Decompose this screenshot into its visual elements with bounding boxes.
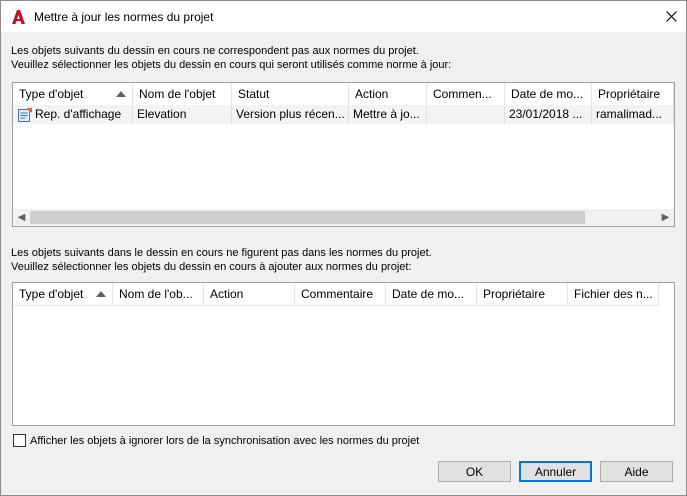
column-header-owner[interactable]: Propriétaire [592, 83, 674, 105]
cell-text: Rep. d'affichage [35, 107, 122, 121]
column-header-label: Action [355, 87, 389, 101]
scroll-right-arrow-icon[interactable]: ▶ [657, 209, 674, 226]
column-header-comment[interactable]: Commen... [427, 83, 505, 105]
cell-date: 23/01/2018 ... [505, 105, 592, 124]
title-bar: Mettre à jour les normes du projet [1, 1, 686, 32]
bottom-description: Les objets suivants dans le dessin en co… [11, 246, 432, 274]
column-header-date[interactable]: Date de mo... [386, 283, 477, 305]
column-header-label: Commentaire [301, 287, 374, 301]
top-description-line1: Les objets suivants du dessin en cours n… [11, 45, 419, 57]
close-button[interactable] [656, 1, 686, 32]
column-header-label: Action [210, 287, 244, 301]
cell-owner: ramalimad... [592, 105, 674, 124]
column-header-status[interactable]: Statut [232, 83, 349, 105]
table-row[interactable]: Rep. d'affichage Elevation Version plus … [13, 105, 674, 124]
window-title: Mettre à jour les normes du projet [34, 10, 214, 24]
cell-object-type: Rep. d'affichage [13, 105, 133, 124]
column-header-label: Fichier des n... [574, 287, 653, 301]
cell-object-name: Elevation [133, 105, 232, 124]
list-header: Type d'objet Nom de l'objet Statut Actio… [13, 83, 674, 106]
column-header-label: Type d'objet [19, 287, 84, 301]
scroll-left-arrow-icon[interactable]: ◀ [13, 209, 30, 226]
column-header-label: Type d'objet [19, 87, 84, 101]
sort-ascending-icon [96, 291, 106, 297]
column-header-label: Nom de l'objet [139, 87, 216, 101]
show-ignored-objects-label: Afficher les objets à ignorer lors de la… [30, 434, 420, 447]
column-header-standards-file[interactable]: Fichier des n... [568, 283, 659, 305]
column-header-object-name[interactable]: Nom de l'objet [133, 83, 232, 105]
cell-action[interactable]: Mettre à jo... [349, 105, 427, 124]
column-header-owner[interactable]: Propriétaire [477, 283, 568, 305]
column-header-label: Date de mo... [511, 87, 584, 101]
column-header-date[interactable]: Date de mo... [505, 83, 592, 105]
dialog-window: Mettre à jour les normes du projet Les o… [0, 0, 687, 496]
ok-button[interactable]: OK [438, 461, 511, 482]
bottom-description-line1: Les objets suivants dans le dessin en co… [11, 247, 432, 259]
scrollbar-thumb[interactable] [30, 211, 585, 224]
column-header-label: Statut [238, 87, 270, 101]
cell-comment[interactable] [427, 105, 505, 124]
column-header-action[interactable]: Action [204, 283, 295, 305]
help-button[interactable]: Aide [600, 461, 673, 482]
horizontal-scrollbar[interactable]: ◀ ▶ [13, 209, 674, 226]
column-header-action[interactable]: Action [349, 83, 427, 105]
missing-objects-list[interactable]: Type d'objet Nom de l'ob... Action Comme… [12, 282, 675, 426]
display-representation-icon [18, 107, 32, 122]
sort-ascending-icon [116, 91, 126, 97]
autocad-app-icon [12, 10, 25, 24]
bottom-description-line2: Veuillez sélectionner les objets du dess… [11, 261, 412, 273]
close-icon [665, 11, 677, 22]
show-ignored-objects-option[interactable]: Afficher les objets à ignorer lors de la… [13, 434, 419, 447]
column-header-comment[interactable]: Commentaire [295, 283, 386, 305]
column-header-object-name[interactable]: Nom de l'ob... [113, 283, 204, 305]
column-header-label: Commen... [433, 87, 492, 101]
cell-status: Version plus récen... [232, 105, 349, 124]
column-header-label: Propriétaire [483, 287, 546, 301]
top-description-line2: Veuillez sélectionner les objets du dess… [11, 59, 452, 71]
list-header: Type d'objet Nom de l'ob... Action Comme… [13, 283, 659, 306]
cancel-button[interactable]: Annuler [519, 461, 592, 482]
column-header-label: Propriétaire [598, 87, 661, 101]
nonconforming-objects-list[interactable]: Type d'objet Nom de l'objet Statut Actio… [12, 82, 675, 227]
top-description: Les objets suivants du dessin en cours n… [11, 44, 451, 72]
column-header-object-type[interactable]: Type d'objet [13, 83, 133, 105]
column-header-object-type[interactable]: Type d'objet [13, 283, 113, 305]
column-header-label: Date de mo... [392, 287, 465, 301]
show-ignored-objects-checkbox[interactable] [13, 434, 26, 447]
column-header-label: Nom de l'ob... [119, 287, 193, 301]
